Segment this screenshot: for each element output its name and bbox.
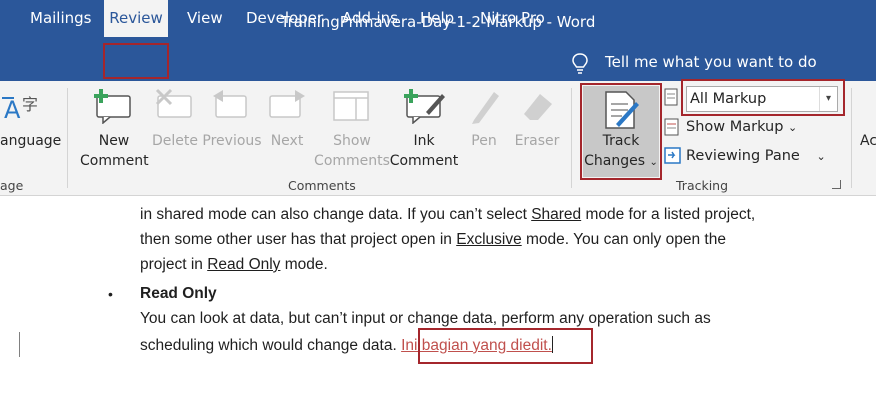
group-divider [851,88,852,188]
bullet-marker: • [108,286,113,302]
next-comment-icon[interactable] [267,88,307,124]
markup-select-highlight [681,79,845,116]
ink-comment-button[interactable]: Ink Comment [388,131,460,171]
doc-line-4[interactable]: You can look at data, but can’t input or… [140,310,711,328]
lightbulb-icon[interactable] [572,53,588,75]
eraser-icon[interactable] [520,88,556,124]
next-group-partial-label[interactable]: Ac [860,131,876,151]
doc-text: in shared mode can also change data. If … [140,206,532,223]
tab-review[interactable]: Review [104,0,168,37]
language-icon[interactable]: A 字 [0,90,46,126]
insertion-highlight [418,328,593,364]
ink-comment-icon[interactable] [404,88,446,124]
show-comments-button[interactable]: Show Comments [314,131,390,171]
doc-line-3[interactable]: project in Read Only mode. [140,256,328,274]
new-comment-icon[interactable] [94,88,134,124]
doc-text: project in [140,256,208,273]
show-comments-label-1: Show [333,133,371,149]
language-group-label: age [0,178,24,193]
tab-help[interactable]: Help [420,0,454,37]
comments-group-label: Comments [288,178,356,193]
pen-button[interactable]: Pen [466,131,502,151]
tell-me-search[interactable]: Tell me what you want to do [605,44,817,81]
doc-text: scheduling which would change data. [140,337,402,354]
ink-comment-label-1: Ink [413,133,435,149]
chevron-down-icon: ⌄ [816,150,826,163]
track-changes-highlight [580,83,662,180]
pen-icon[interactable] [468,88,502,124]
previous-button[interactable]: Previous [202,131,262,151]
doc-heading-read-only[interactable]: Read Only [140,285,217,303]
reviewing-pane-button[interactable]: Reviewing Pane ⌄ [686,148,826,164]
reviewing-pane-label: Reviewing Pane [686,148,800,164]
display-for-review-icon[interactable] [664,88,682,108]
delete-comment-icon[interactable] [155,88,195,124]
doc-line-1[interactable]: in shared mode can also change data. If … [140,206,755,224]
dialog-launcher-icon[interactable] [832,180,841,189]
doc-text: then some other user has that project op… [140,231,457,248]
show-comments-icon[interactable] [332,88,372,124]
tab-mailings[interactable]: Mailings [30,0,91,37]
show-markup-icon[interactable] [664,117,682,137]
eraser-button[interactable]: Eraser [512,131,562,151]
next-button[interactable]: Next [268,131,306,151]
new-comment-label-2: Comment [80,153,149,169]
change-bar [19,332,20,357]
show-markup-button[interactable]: Show Markup ⌄ [686,119,797,135]
group-divider [571,88,572,188]
tab-nitro-pro[interactable]: Nitro Pro [480,0,545,37]
new-comment-label-1: New [98,133,130,149]
ink-comment-label-2: Comment [389,153,459,169]
show-comments-label-2: Comments [314,153,390,169]
tab-add-ins[interactable]: Add-ins [342,0,398,37]
doc-text-underlined: Shared [531,206,582,223]
doc-text: mode. [280,256,328,273]
tracking-group-label: Tracking [676,178,729,193]
doc-text-underlined: Read Only [207,256,281,273]
new-comment-button[interactable]: New Comment [80,131,149,171]
tab-view[interactable]: View [187,0,223,37]
group-divider [67,88,68,188]
svg-text:字: 字 [22,95,38,114]
doc-line-2[interactable]: then some other user has that project op… [140,231,726,249]
delete-button[interactable]: Delete [151,131,199,151]
review-tab-highlight [103,43,169,79]
previous-comment-icon[interactable] [211,88,251,124]
tab-developer[interactable]: Developer [246,0,323,37]
svg-text:A: A [4,96,21,124]
chevron-down-icon: ⌄ [788,121,798,134]
doc-text: mode. You can only open the [521,231,726,248]
doc-text: mode for a listed project, [581,206,756,223]
show-markup-label: Show Markup [686,119,784,135]
doc-text-underlined: Exclusive [456,231,522,248]
document-canvas[interactable] [0,196,876,419]
language-button-label[interactable]: anguage [0,131,61,151]
reviewing-pane-icon[interactable] [664,147,682,165]
